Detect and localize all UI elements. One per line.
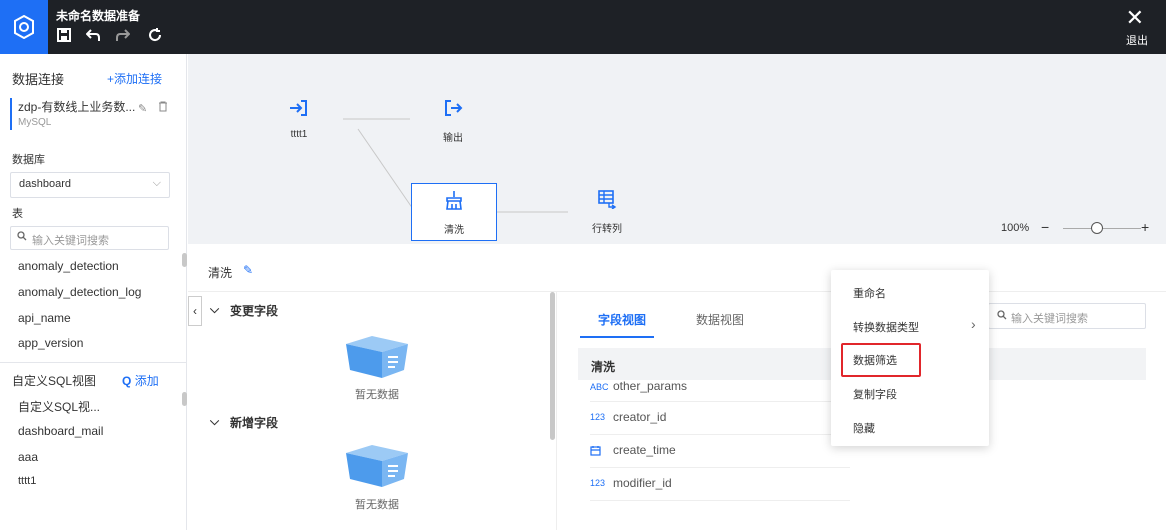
add-connection-button[interactable]: +添加连接 bbox=[107, 70, 162, 87]
table-item-anomaly-detection-log[interactable]: anomaly_detection_log bbox=[18, 285, 141, 299]
exit-label[interactable]: 退出 bbox=[1126, 32, 1148, 48]
node-label: 输出 bbox=[443, 133, 463, 144]
app-logo-icon bbox=[0, 0, 48, 54]
field-name: other_params bbox=[613, 379, 688, 393]
close-icon[interactable]: ✕ bbox=[1126, 7, 1144, 29]
flow-canvas[interactable]: tttt1 输出 清洗 行转列 bbox=[188, 54, 1166, 244]
field-name: create_time bbox=[613, 443, 676, 457]
empty-text: 暂无数据 bbox=[355, 389, 399, 401]
add-label: 添加 bbox=[134, 374, 159, 388]
connection-type: MySQL bbox=[18, 117, 52, 128]
empty-text: 暂无数据 bbox=[355, 499, 399, 511]
number-type-icon: 123 bbox=[590, 412, 606, 422]
string-type-icon: ABC bbox=[590, 382, 609, 392]
search-icon bbox=[17, 231, 27, 244]
field-name: creator_id bbox=[613, 410, 667, 424]
field-search-input[interactable]: 输入关键词搜索 bbox=[988, 303, 1146, 329]
zoom-out-icon[interactable]: − bbox=[1041, 219, 1049, 235]
custom-sql-item[interactable]: dashboard_mail bbox=[18, 424, 103, 438]
edit-icon[interactable]: ✎ bbox=[243, 263, 253, 277]
zoom-level: 100% bbox=[1001, 222, 1030, 234]
collapse-button[interactable]: ‹ bbox=[188, 296, 202, 326]
panel-title: 清洗 bbox=[208, 266, 233, 280]
custom-sql-item[interactable]: 自定义SQL视... bbox=[18, 398, 100, 415]
number-type-icon: 123 bbox=[590, 478, 606, 488]
node-output[interactable]: 输出 bbox=[410, 92, 496, 150]
output-icon bbox=[410, 98, 496, 125]
chevron-down-icon[interactable]: ⌵ bbox=[210, 414, 219, 429]
search-placeholder: 输入关键词搜索 bbox=[1011, 313, 1088, 325]
pivot-icon bbox=[564, 189, 650, 216]
chevron-right-icon: › bbox=[971, 316, 976, 332]
menu-item-hide[interactable]: 隐藏 bbox=[853, 420, 875, 436]
empty-box-icon bbox=[342, 441, 412, 487]
chevron-left-icon: ‹ bbox=[193, 304, 197, 318]
table-item-app-version[interactable]: app_version bbox=[18, 336, 83, 350]
field-row[interactable]: 123 modifier_id bbox=[590, 468, 850, 501]
table-item-anomaly-detection[interactable]: anomaly_detection bbox=[18, 259, 119, 273]
panel-header: 清洗 ✎ bbox=[188, 244, 1166, 292]
search-placeholder: 输入关键词搜索 bbox=[32, 235, 109, 247]
save-icon[interactable] bbox=[57, 28, 71, 46]
date-type-icon bbox=[590, 445, 601, 458]
zoom-control[interactable]: 100% − + bbox=[1001, 219, 1149, 235]
node-pivot[interactable]: 行转列 bbox=[564, 183, 650, 241]
node-label: 清洗 bbox=[444, 225, 464, 236]
scrollbar[interactable] bbox=[550, 292, 555, 440]
node-label: 行转列 bbox=[592, 224, 622, 235]
chevron-down-icon: ⌵ bbox=[152, 177, 161, 189]
page-title: 未命名数据准备 bbox=[56, 9, 141, 23]
undo-icon[interactable] bbox=[85, 28, 100, 46]
input-icon bbox=[256, 98, 342, 125]
menu-item-rename[interactable]: 重命名 bbox=[853, 285, 886, 301]
custom-sql-item[interactable]: aaa bbox=[18, 450, 38, 464]
field-row[interactable]: 123 creator_id bbox=[590, 402, 850, 435]
table-item-api-name[interactable]: api_name bbox=[18, 311, 71, 325]
edit-icon[interactable]: ✎ bbox=[138, 102, 147, 115]
left-sidebar: 数据连接 +添加连接 zdp-有数线上业务数... MySQL ✎ 数据库 da… bbox=[0, 54, 187, 530]
database-select[interactable]: dashboard ⌵ bbox=[10, 172, 170, 198]
divider bbox=[0, 362, 187, 363]
zoom-slider-handle[interactable] bbox=[1091, 222, 1103, 234]
highlight-box bbox=[841, 343, 921, 377]
custom-sql-title: 自定义SQL视图 bbox=[12, 374, 97, 388]
tab-data-view[interactable]: 数据视图 bbox=[696, 311, 744, 328]
database-value: dashboard bbox=[19, 178, 71, 190]
table-header-label: 清洗 bbox=[591, 360, 616, 374]
connection-item[interactable]: zdp-有数线上业务数... MySQL ✎ bbox=[10, 98, 180, 130]
scrollbar[interactable] bbox=[182, 253, 187, 267]
search-icon bbox=[997, 310, 1007, 323]
chevron-down-icon[interactable]: ⌵ bbox=[210, 302, 219, 317]
scrollbar[interactable] bbox=[182, 392, 187, 406]
refresh-icon[interactable] bbox=[148, 28, 162, 46]
divider bbox=[556, 292, 557, 530]
custom-sql-item[interactable]: tttt1 bbox=[18, 475, 36, 487]
group-changed-fields[interactable]: 变更字段 bbox=[230, 302, 278, 319]
group-added-fields[interactable]: 新增字段 bbox=[230, 414, 278, 431]
menu-item-copy-field[interactable]: 复制字段 bbox=[853, 386, 897, 402]
zoom-in-icon[interactable]: + bbox=[1141, 219, 1149, 235]
field-row[interactable]: ABC other_params bbox=[590, 377, 850, 402]
field-name: modifier_id bbox=[613, 476, 672, 490]
delete-icon[interactable] bbox=[158, 101, 168, 115]
menu-item-convert-type[interactable]: 转换数据类型 bbox=[853, 319, 919, 335]
field-row[interactable]: create_time bbox=[590, 435, 850, 468]
clean-icon bbox=[412, 190, 496, 217]
tab-indicator bbox=[580, 336, 654, 338]
tab-field-view[interactable]: 字段视图 bbox=[598, 311, 646, 328]
top-bar: 未命名数据准备 ✕ 退出 bbox=[0, 0, 1166, 54]
empty-box-icon bbox=[342, 332, 412, 378]
add-custom-sql-button[interactable]: Q 添加 bbox=[122, 372, 159, 389]
database-title: 数据库 bbox=[12, 154, 45, 166]
search-icon: Q bbox=[122, 374, 132, 388]
table-title: 表 bbox=[12, 208, 23, 220]
node-input[interactable]: tttt1 bbox=[256, 92, 342, 150]
connection-name: zdp-有数线上业务数... bbox=[18, 100, 136, 114]
node-clean[interactable]: 清洗 bbox=[411, 183, 497, 241]
table-search-input[interactable]: 输入关键词搜索 bbox=[10, 226, 169, 250]
connections-title: 数据连接 bbox=[12, 72, 65, 87]
redo-icon[interactable] bbox=[116, 28, 131, 46]
node-label: tttt1 bbox=[290, 129, 308, 140]
